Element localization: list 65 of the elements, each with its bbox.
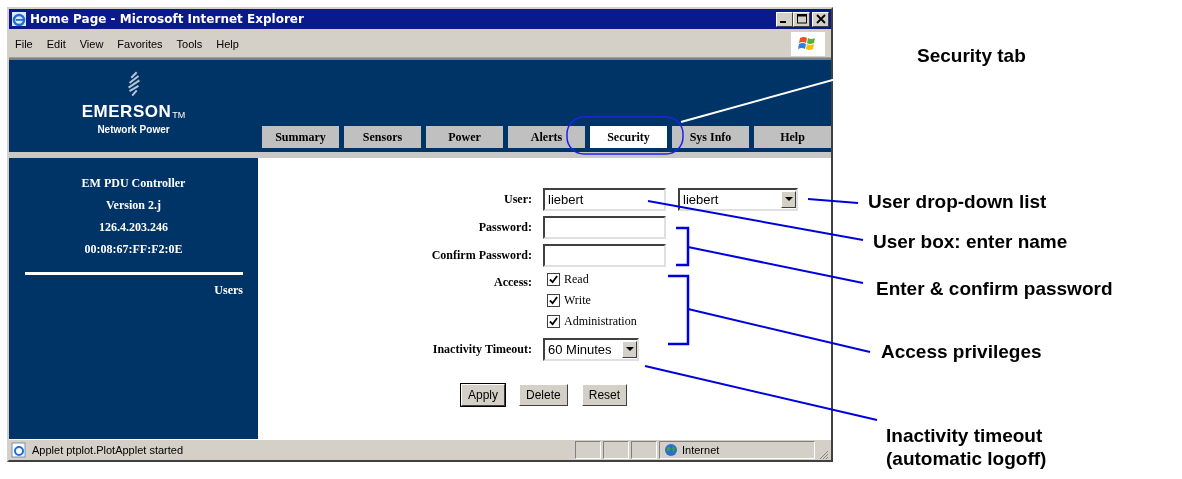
logo-brand: EMERSON bbox=[81, 102, 172, 122]
close-icon bbox=[815, 14, 826, 24]
status-pane bbox=[575, 441, 601, 459]
checkbox-label: Write bbox=[564, 293, 591, 308]
field-label: Access: bbox=[493, 274, 533, 290]
nav-tab[interactable]: Sensors bbox=[344, 126, 421, 148]
trademark-mark: TM bbox=[172, 110, 186, 120]
minimize-button[interactable] bbox=[776, 11, 793, 27]
form-button[interactable]: Delete bbox=[519, 384, 568, 406]
zone-label: Internet bbox=[682, 444, 720, 456]
window-title: Home Page - Microsoft Internet Explorer bbox=[30, 12, 305, 26]
resize-grip-icon bbox=[817, 448, 829, 460]
menu-item[interactable]: Tools bbox=[176, 38, 203, 50]
password-input[interactable] bbox=[543, 216, 666, 239]
nav-tab[interactable]: Help bbox=[754, 126, 831, 148]
callout-label: User box: enter name bbox=[873, 230, 1068, 253]
menu-item[interactable]: Favorites bbox=[117, 38, 163, 50]
user-input[interactable]: liebert bbox=[543, 188, 666, 211]
maximize-icon bbox=[796, 14, 807, 24]
form-button[interactable]: Reset bbox=[581, 384, 628, 406]
device-info: EM PDU Controller bbox=[81, 175, 186, 192]
logo-tagline: Network Power bbox=[97, 124, 170, 135]
form-button[interactable]: Apply bbox=[461, 384, 506, 406]
field-label: Password: bbox=[477, 220, 533, 235]
page-icon bbox=[11, 442, 27, 458]
checkbox-label: Administration bbox=[564, 314, 637, 329]
checkbox[interactable] bbox=[547, 294, 560, 307]
close-button[interactable] bbox=[812, 11, 829, 27]
callout-label: Access privileges bbox=[881, 340, 1042, 363]
field-label: User: bbox=[503, 192, 533, 207]
checkbox-label: Read bbox=[564, 272, 589, 287]
sidebar-link[interactable]: Users bbox=[214, 283, 243, 298]
checkbox[interactable] bbox=[547, 273, 560, 286]
field-label: Confirm Password: bbox=[430, 248, 533, 263]
menu-item[interactable]: File bbox=[15, 38, 33, 50]
globe-icon bbox=[664, 443, 678, 457]
nav-tab[interactable]: Security bbox=[590, 126, 667, 148]
status-pane bbox=[631, 441, 657, 459]
user-dropdown[interactable]: liebert bbox=[678, 188, 798, 211]
minimize-icon bbox=[780, 21, 786, 23]
callout-label: Security tab bbox=[917, 44, 1026, 67]
confirm-password-input[interactable] bbox=[543, 244, 666, 267]
menu-item[interactable]: Help bbox=[216, 38, 239, 50]
bracket-mark bbox=[676, 226, 690, 267]
menu-item[interactable]: Edit bbox=[46, 38, 66, 50]
nav-tab[interactable]: Summary bbox=[262, 126, 339, 148]
callout-label: Inactivity timeout (automatic logoff) bbox=[886, 424, 1047, 470]
nav-tab[interactable]: Power bbox=[426, 126, 503, 148]
status-message: Applet ptplot.PlotApplet started bbox=[31, 444, 185, 456]
timeout-dropdown[interactable]: 60 Minutes bbox=[543, 338, 639, 361]
device-info: 00:08:67:FF:F2:0E bbox=[84, 241, 183, 258]
callout-label: Enter & confirm password bbox=[876, 277, 1113, 300]
maximize-button[interactable] bbox=[793, 11, 810, 27]
bracket-mark bbox=[668, 274, 690, 346]
menu-item[interactable]: View bbox=[79, 38, 104, 50]
nav-tab[interactable]: Sys Info bbox=[672, 126, 749, 148]
browser-icon bbox=[11, 11, 27, 27]
field-label: Inactivity Timeout: bbox=[431, 342, 533, 357]
callout-label: User drop-down list bbox=[868, 190, 1047, 213]
status-pane bbox=[603, 441, 629, 459]
checkbox[interactable] bbox=[547, 315, 560, 328]
nav-tab[interactable]: Alerts bbox=[508, 126, 585, 148]
device-info: 126.4.203.246 bbox=[99, 219, 168, 236]
device-info: Version 2.j bbox=[106, 197, 161, 214]
windows-flag-icon bbox=[791, 32, 825, 56]
